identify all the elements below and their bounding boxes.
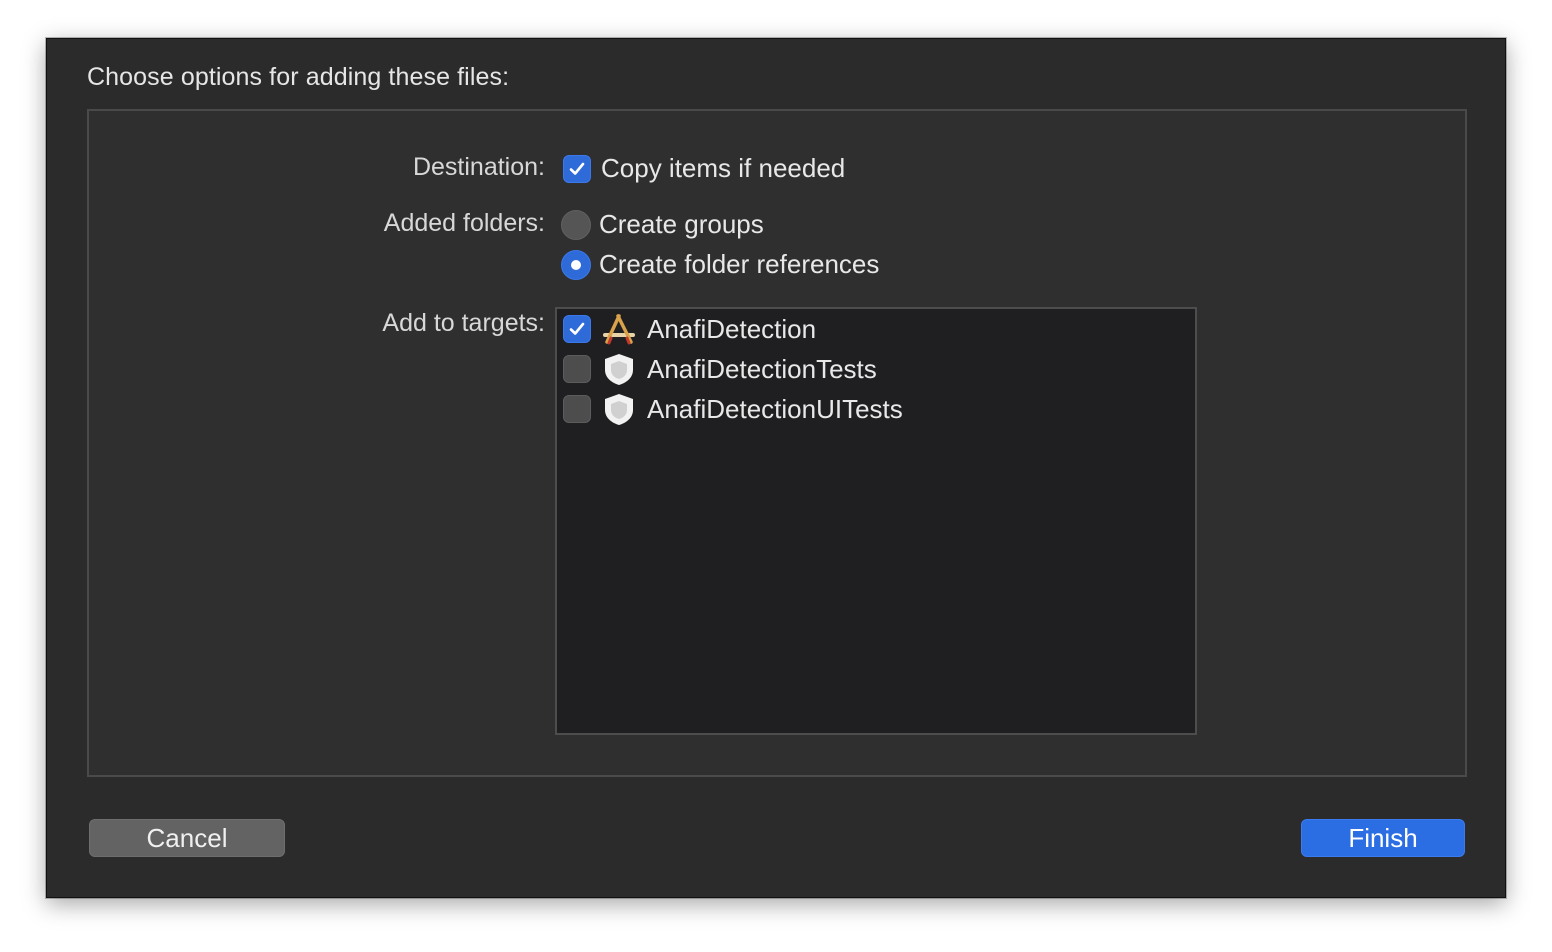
add-to-targets-label: Add to targets: bbox=[382, 309, 545, 337]
checkmark-icon bbox=[569, 322, 585, 335]
target-row-anafidetectionuitests[interactable]: AnafiDetectionUITests bbox=[563, 389, 903, 429]
copy-items-checkbox[interactable] bbox=[563, 154, 591, 183]
cancel-button[interactable]: Cancel bbox=[89, 819, 285, 857]
destination-label: Destination: bbox=[412, 153, 545, 181]
radio-create-folder-references[interactable]: Create folder references bbox=[561, 249, 879, 280]
add-files-options-sheet: Choose options for adding these files: D… bbox=[46, 38, 1506, 898]
app-target-icon bbox=[601, 311, 637, 347]
target-row-anafidetectiontests[interactable]: AnafiDetectionTests bbox=[563, 349, 877, 389]
target-row-anafidetection[interactable]: AnafiDetection bbox=[563, 309, 816, 349]
options-panel: Destination: Copy items if needed Added … bbox=[87, 109, 1467, 777]
target-checkbox-anafidetection[interactable] bbox=[563, 315, 591, 343]
sheet-title: Choose options for adding these files: bbox=[87, 63, 510, 91]
target-name: AnafiDetection bbox=[647, 313, 817, 344]
checkmark-icon bbox=[569, 162, 585, 175]
test-bundle-icon bbox=[601, 391, 637, 427]
finish-button[interactable]: Finish bbox=[1301, 819, 1465, 857]
target-name: AnafiDetectionUITests bbox=[647, 393, 903, 424]
copy-items-checkbox-control[interactable]: Copy items if needed bbox=[563, 153, 845, 184]
create-folder-references-label: Create folder references bbox=[599, 249, 880, 279]
radio-create-groups[interactable]: Create groups bbox=[561, 209, 764, 240]
target-checkbox-anafidetectionuitests[interactable] bbox=[563, 395, 591, 423]
copy-items-label: Copy items if needed bbox=[601, 153, 846, 183]
added-folders-label: Added folders: bbox=[383, 209, 545, 237]
test-bundle-icon bbox=[601, 351, 637, 387]
target-checkbox-anafidetectiontests[interactable] bbox=[563, 355, 591, 383]
radio-selected-dot bbox=[571, 259, 581, 270]
radio-button-create-groups[interactable] bbox=[561, 209, 591, 240]
radio-button-create-folder-references[interactable] bbox=[561, 249, 591, 280]
create-groups-label: Create groups bbox=[599, 209, 764, 239]
targets-list[interactable]: AnafiDetection AnafiDetectionTests Anafi… bbox=[555, 307, 1197, 735]
target-name: AnafiDetectionTests bbox=[647, 353, 877, 384]
